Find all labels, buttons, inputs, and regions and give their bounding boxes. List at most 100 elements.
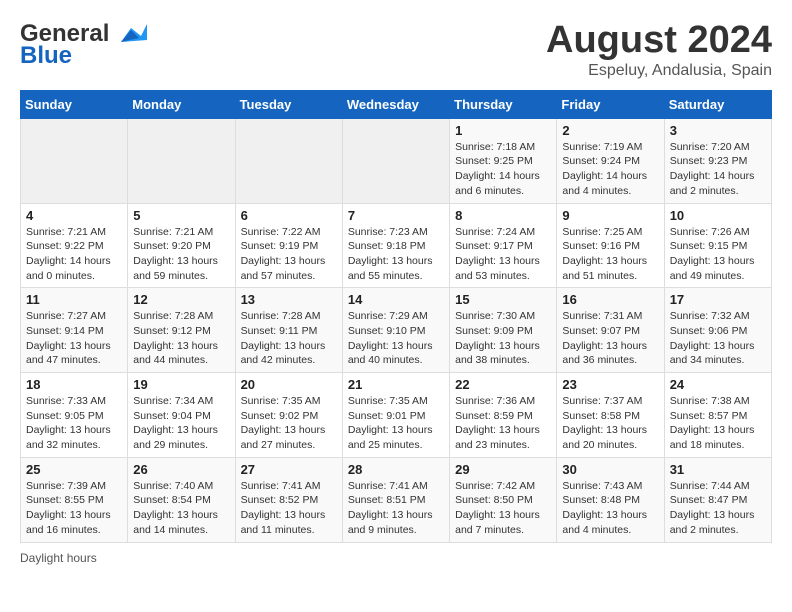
calendar-day-cell: 18 Sunrise: 7:33 AM Sunset: 9:05 PM Dayli…	[21, 373, 128, 458]
calendar-day-cell	[21, 118, 128, 203]
logo-blue: Blue	[20, 42, 72, 70]
day-info: Sunrise: 7:43 AM Sunset: 8:48 PM Dayligh…	[562, 479, 658, 538]
calendar-day-header: Wednesday	[342, 90, 449, 118]
calendar-day-cell	[128, 118, 235, 203]
day-number: 22	[455, 377, 551, 392]
calendar-day-cell: 23Sunrise: 7:37 AM Sunset: 8:58 PM Dayli…	[557, 373, 664, 458]
day-info: Sunrise: 7:33 AM Sunset: 9:05 PM Dayligh…	[26, 394, 122, 453]
calendar-day-cell: 5 Sunrise: 7:21 AM Sunset: 9:20 PM Daylig…	[128, 203, 235, 288]
day-info: Sunrise: 7:29 AM Sunset: 9:10 PM Dayligh…	[348, 309, 444, 368]
calendar-day-cell: 7 Sunrise: 7:23 AM Sunset: 9:18 PM Daylig…	[342, 203, 449, 288]
day-number: 3	[670, 123, 766, 138]
calendar-day-cell: 30 Sunrise: 7:43 AM Sunset: 8:48 PM Dayli…	[557, 457, 664, 542]
calendar-day-cell: 21 Sunrise: 7:35 AM Sunset: 9:01 PM Dayli…	[342, 373, 449, 458]
day-number: 2	[562, 123, 658, 138]
calendar-day-cell: 2 Sunrise: 7:19 AM Sunset: 9:24 PM Daylig…	[557, 118, 664, 203]
day-number: 27	[241, 462, 337, 477]
calendar-day-header: Tuesday	[235, 90, 342, 118]
calendar-day-cell: 6 Sunrise: 7:22 AM Sunset: 9:19 PM Daylig…	[235, 203, 342, 288]
day-info: Sunrise: 7:41 AM Sunset: 8:51 PM Dayligh…	[348, 479, 444, 538]
calendar-week-row: 11 Sunrise: 7:27 AM Sunset: 9:14 PM Dayli…	[21, 288, 772, 373]
day-number: 8	[455, 208, 551, 223]
calendar-day-cell	[342, 118, 449, 203]
calendar-day-header: Sunday	[21, 90, 128, 118]
day-number: 29	[455, 462, 551, 477]
day-number: 4	[26, 208, 122, 223]
day-number: 9	[562, 208, 658, 223]
calendar-day-cell	[235, 118, 342, 203]
day-info: Sunrise: 7:26 AM Sunset: 9:15 PM Dayligh…	[670, 225, 766, 284]
day-number: 23	[562, 377, 658, 392]
day-info: Sunrise: 7:23 AM Sunset: 9:18 PM Dayligh…	[348, 225, 444, 284]
day-info: Sunrise: 7:30 AM Sunset: 9:09 PM Dayligh…	[455, 309, 551, 368]
calendar-day-cell: 29 Sunrise: 7:42 AM Sunset: 8:50 PM Dayli…	[450, 457, 557, 542]
calendar-header-row: SundayMondayTuesdayWednesdayThursdayFrid…	[21, 90, 772, 118]
day-number: 17	[670, 292, 766, 307]
day-number: 1	[455, 123, 551, 138]
day-info: Sunrise: 7:32 AM Sunset: 9:06 PM Dayligh…	[670, 309, 766, 368]
calendar-day-cell: 12Sunrise: 7:28 AM Sunset: 9:12 PM Dayli…	[128, 288, 235, 373]
calendar-day-cell: 11 Sunrise: 7:27 AM Sunset: 9:14 PM Dayli…	[21, 288, 128, 373]
calendar-day-cell: 14 Sunrise: 7:29 AM Sunset: 9:10 PM Dayli…	[342, 288, 449, 373]
calendar-day-cell: 3Sunrise: 7:20 AM Sunset: 9:23 PM Daylig…	[664, 118, 771, 203]
calendar-day-cell: 9Sunrise: 7:25 AM Sunset: 9:16 PM Daylig…	[557, 203, 664, 288]
calendar-day-cell: 20 Sunrise: 7:35 AM Sunset: 9:02 PM Dayli…	[235, 373, 342, 458]
day-number: 30	[562, 462, 658, 477]
calendar-day-cell: 22 Sunrise: 7:36 AM Sunset: 8:59 PM Dayli…	[450, 373, 557, 458]
day-info: Sunrise: 7:40 AM Sunset: 8:54 PM Dayligh…	[133, 479, 229, 538]
day-info: Sunrise: 7:36 AM Sunset: 8:59 PM Dayligh…	[455, 394, 551, 453]
day-info: Sunrise: 7:19 AM Sunset: 9:24 PM Dayligh…	[562, 140, 658, 199]
calendar-day-cell: 28 Sunrise: 7:41 AM Sunset: 8:51 PM Dayli…	[342, 457, 449, 542]
title-section: August 2024 Espeluy, Andalusia, Spain	[546, 20, 772, 80]
day-number: 25	[26, 462, 122, 477]
header: General Blue August 2024 Espeluy, Andalu…	[20, 20, 772, 80]
calendar-day-cell: 8Sunrise: 7:24 AM Sunset: 9:17 PM Daylig…	[450, 203, 557, 288]
day-number: 14	[348, 292, 444, 307]
footer-note: Daylight hours	[20, 551, 772, 565]
calendar-day-cell: 10 Sunrise: 7:26 AM Sunset: 9:15 PM Dayli…	[664, 203, 771, 288]
day-number: 16	[562, 292, 658, 307]
day-number: 26	[133, 462, 229, 477]
day-number: 20	[241, 377, 337, 392]
calendar-day-cell: 15 Sunrise: 7:30 AM Sunset: 9:09 PM Dayli…	[450, 288, 557, 373]
day-info: Sunrise: 7:22 AM Sunset: 9:19 PM Dayligh…	[241, 225, 337, 284]
day-info: Sunrise: 7:21 AM Sunset: 9:20 PM Dayligh…	[133, 225, 229, 284]
calendar-week-row: 4 Sunrise: 7:21 AM Sunset: 9:22 PM Daylig…	[21, 203, 772, 288]
calendar-day-cell: 19Sunrise: 7:34 AM Sunset: 9:04 PM Dayli…	[128, 373, 235, 458]
calendar-week-row: 18 Sunrise: 7:33 AM Sunset: 9:05 PM Dayli…	[21, 373, 772, 458]
day-number: 31	[670, 462, 766, 477]
day-number: 28	[348, 462, 444, 477]
calendar-day-cell: 13Sunrise: 7:28 AM Sunset: 9:11 PM Dayli…	[235, 288, 342, 373]
calendar-day-cell: 27 Sunrise: 7:41 AM Sunset: 8:52 PM Dayli…	[235, 457, 342, 542]
day-info: Sunrise: 7:21 AM Sunset: 9:22 PM Dayligh…	[26, 225, 122, 284]
day-info: Sunrise: 7:41 AM Sunset: 8:52 PM Dayligh…	[241, 479, 337, 538]
calendar-day-header: Monday	[128, 90, 235, 118]
subtitle: Espeluy, Andalusia, Spain	[546, 62, 772, 80]
calendar-day-cell: 24Sunrise: 7:38 AM Sunset: 8:57 PM Dayli…	[664, 373, 771, 458]
day-info: Sunrise: 7:31 AM Sunset: 9:07 PM Dayligh…	[562, 309, 658, 368]
day-info: Sunrise: 7:35 AM Sunset: 9:02 PM Dayligh…	[241, 394, 337, 453]
day-number: 19	[133, 377, 229, 392]
day-number: 12	[133, 292, 229, 307]
calendar-day-cell: 26 Sunrise: 7:40 AM Sunset: 8:54 PM Dayli…	[128, 457, 235, 542]
calendar-week-row: 1 Sunrise: 7:18 AM Sunset: 9:25 PM Daylig…	[21, 118, 772, 203]
day-number: 6	[241, 208, 337, 223]
day-info: Sunrise: 7:44 AM Sunset: 8:47 PM Dayligh…	[670, 479, 766, 538]
day-number: 21	[348, 377, 444, 392]
day-number: 24	[670, 377, 766, 392]
day-info: Sunrise: 7:35 AM Sunset: 9:01 PM Dayligh…	[348, 394, 444, 453]
day-info: Sunrise: 7:27 AM Sunset: 9:14 PM Dayligh…	[26, 309, 122, 368]
day-info: Sunrise: 7:42 AM Sunset: 8:50 PM Dayligh…	[455, 479, 551, 538]
calendar-day-cell: 25Sunrise: 7:39 AM Sunset: 8:55 PM Dayli…	[21, 457, 128, 542]
day-info: Sunrise: 7:18 AM Sunset: 9:25 PM Dayligh…	[455, 140, 551, 199]
day-number: 11	[26, 292, 122, 307]
calendar-table: SundayMondayTuesdayWednesdayThursdayFrid…	[20, 90, 772, 543]
day-number: 7	[348, 208, 444, 223]
day-number: 5	[133, 208, 229, 223]
day-number: 10	[670, 208, 766, 223]
day-number: 15	[455, 292, 551, 307]
calendar-day-header: Friday	[557, 90, 664, 118]
calendar-day-cell: 1 Sunrise: 7:18 AM Sunset: 9:25 PM Daylig…	[450, 118, 557, 203]
day-number: 13	[241, 292, 337, 307]
day-number: 18	[26, 377, 122, 392]
